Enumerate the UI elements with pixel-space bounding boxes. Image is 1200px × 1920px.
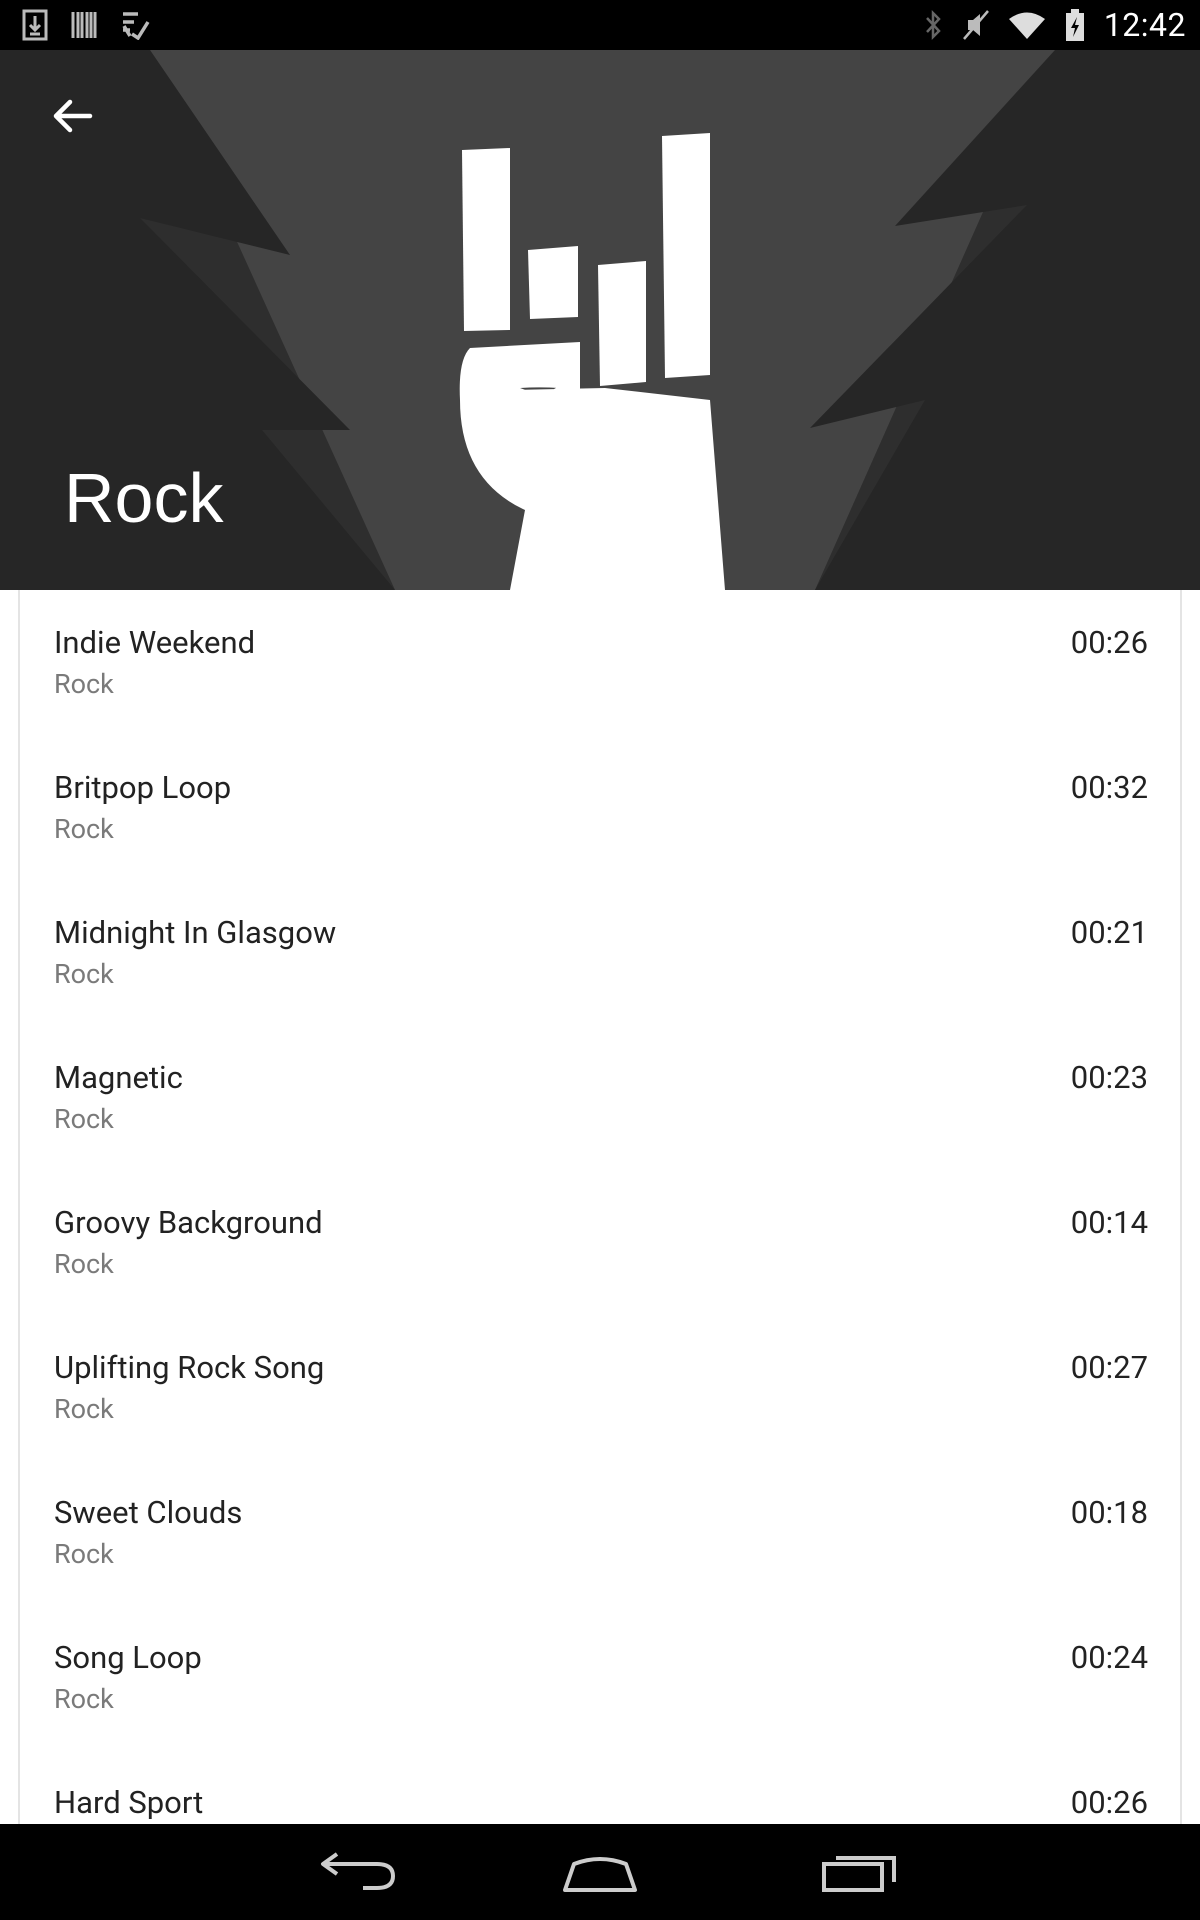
track-row[interactable]: Uplifting Rock Song Rock 00:27 [20, 1315, 1180, 1460]
track-row[interactable]: Britpop Loop Rock 00:32 [20, 735, 1180, 880]
track-row[interactable]: Indie Weekend Rock 00:26 [20, 590, 1180, 735]
category-header: Rock [0, 50, 1200, 590]
track-row[interactable]: Hard SportRock00:26 [20, 1750, 1180, 1824]
track-title: Britpop Loop [54, 769, 232, 806]
track-duration: 00:26 [1070, 1784, 1148, 1821]
track-genre: Rock [54, 668, 114, 700]
track-duration: 00:18 [1070, 1494, 1148, 1531]
track-genre: Rock [54, 1393, 114, 1425]
barcode-icon [71, 12, 97, 38]
track-duration: 00:27 [1070, 1349, 1148, 1386]
track-genre: Rock [54, 1683, 114, 1715]
status-bar: 12:42 [0, 0, 1200, 50]
track-duration: 00:26 [1070, 624, 1148, 661]
arrow-back-icon[interactable] [46, 90, 98, 142]
system-icons: 12:42 [922, 0, 1186, 50]
track-title: Hard Sport [54, 1784, 204, 1821]
track-row[interactable]: Midnight In Glasgow Rock 00:21 [20, 880, 1180, 1025]
track-duration: 00:24 [1070, 1639, 1148, 1676]
bluetooth-icon [925, 9, 941, 41]
wifi-icon [1008, 12, 1045, 39]
home-nav-icon[interactable] [550, 1842, 650, 1902]
track-genre: Rock [54, 813, 114, 845]
track-row[interactable]: Magnetic Rock 00:23 [20, 1025, 1180, 1170]
back-nav-icon[interactable] [305, 1842, 405, 1902]
track-genre: Rock [54, 1103, 114, 1135]
track-genre: Rock [54, 958, 114, 990]
notification-icons [22, 8, 150, 42]
battery-charging-icon [1065, 9, 1084, 41]
checklist-icon [122, 12, 150, 40]
track-row[interactable]: Groovy Background Rock 00:14 [20, 1170, 1180, 1315]
track-title: Groovy Background [54, 1204, 323, 1241]
muted-icon [962, 10, 989, 40]
navigation-bar [0, 1824, 1200, 1920]
track-title: Indie Weekend [54, 624, 256, 661]
track-title: Uplifting Rock Song [54, 1349, 325, 1386]
track-genre: Rock [54, 1538, 114, 1570]
track-title: Sweet Clouds [54, 1494, 243, 1531]
recents-nav-icon[interactable] [810, 1842, 910, 1902]
page-title: Rock [64, 459, 224, 537]
track-duration: 00:23 [1070, 1059, 1148, 1096]
track-genre: Rock [54, 1248, 114, 1280]
track-duration: 00:14 [1070, 1204, 1148, 1241]
track-row[interactable]: Song Loop Rock 00:24 [20, 1605, 1180, 1750]
track-duration: 00:21 [1070, 914, 1148, 951]
clock: 12:42 [1103, 6, 1186, 44]
track-row[interactable]: Sweet Clouds Rock 00:18 [20, 1460, 1180, 1605]
track-title: Magnetic [54, 1059, 183, 1096]
track-title: Midnight In Glasgow [54, 914, 337, 951]
track-title: Song Loop [54, 1639, 202, 1676]
download-icon [22, 9, 48, 41]
track-duration: 00:32 [1070, 769, 1148, 806]
track-list: Indie Weekend Rock 00:26 Britpop Loop Rock 00… [18, 590, 1182, 1824]
